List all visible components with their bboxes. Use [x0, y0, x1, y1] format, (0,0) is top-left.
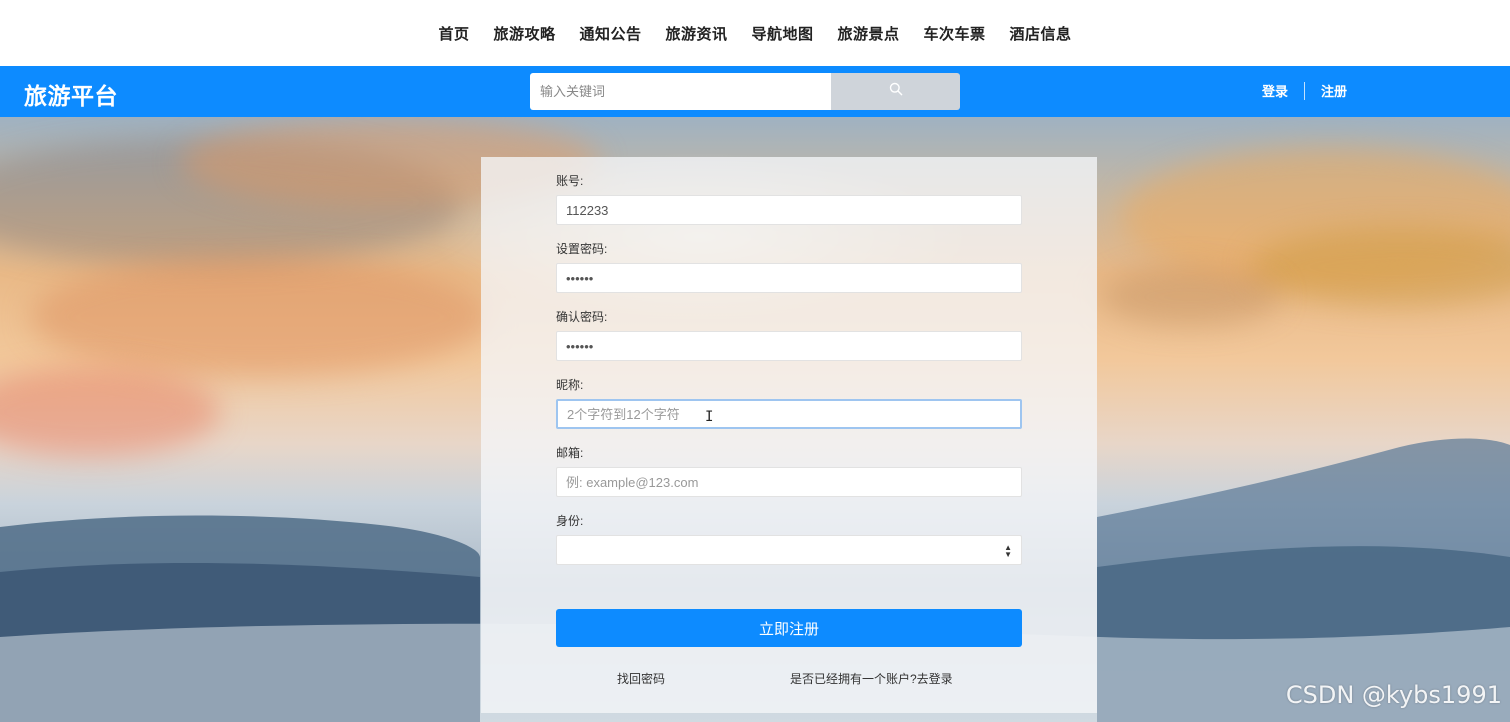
nav-travel-news[interactable]: 旅游资讯 [653, 23, 739, 44]
go-login-link[interactable]: 是否已经拥有一个账户?去登录 [790, 670, 953, 687]
nav-travel-guides[interactable]: 旅游攻略 [481, 23, 567, 44]
brand-logo[interactable]: 旅游平台 [24, 77, 118, 111]
password-label: 设置密码: [556, 242, 608, 256]
select-arrows-icon: ▲ ▼ [1004, 543, 1012, 559]
watermark-text: CSDN @kybs1991 [1285, 681, 1502, 709]
confirm-password-input[interactable] [556, 331, 1022, 361]
forgot-password-link[interactable]: 找回密码 [617, 670, 665, 687]
top-navigation: 首页 旅游攻略 通知公告 旅游资讯 导航地图 旅游景点 车次车票 酒店信息 [0, 0, 1510, 66]
login-link[interactable]: 登录 [1262, 81, 1288, 100]
email-label: 邮箱: [556, 446, 584, 460]
identity-label: 身份: [556, 514, 584, 528]
nav-hotels[interactable]: 酒店信息 [998, 23, 1084, 44]
confirm-password-label: 确认密码: [556, 310, 608, 324]
nav-notices[interactable]: 通知公告 [567, 23, 653, 44]
text-cursor-icon: I [705, 409, 714, 425]
header-bar: 旅游平台 登录 注册 [0, 66, 1510, 117]
identity-select[interactable]: ▲ ▼ [556, 535, 1022, 565]
register-submit-button[interactable]: 立即注册 [556, 609, 1022, 647]
register-link[interactable]: 注册 [1321, 81, 1347, 100]
account-label: 账号: [556, 174, 584, 188]
email-input[interactable] [556, 467, 1022, 497]
nav-home[interactable]: 首页 [426, 23, 481, 44]
auth-links: 登录 注册 [1262, 81, 1347, 100]
auth-divider [1304, 81, 1306, 100]
password-input[interactable] [556, 263, 1022, 293]
search-button[interactable] [831, 73, 960, 110]
nickname-input[interactable] [556, 399, 1022, 429]
nickname-label: 昵称: [556, 378, 584, 392]
nav-tickets[interactable]: 车次车票 [912, 23, 998, 44]
nav-attractions[interactable]: 旅游景点 [826, 23, 912, 44]
search-icon [889, 82, 903, 101]
nav-map[interactable]: 导航地图 [740, 23, 826, 44]
account-input[interactable] [556, 195, 1022, 225]
search-input[interactable] [530, 73, 831, 110]
